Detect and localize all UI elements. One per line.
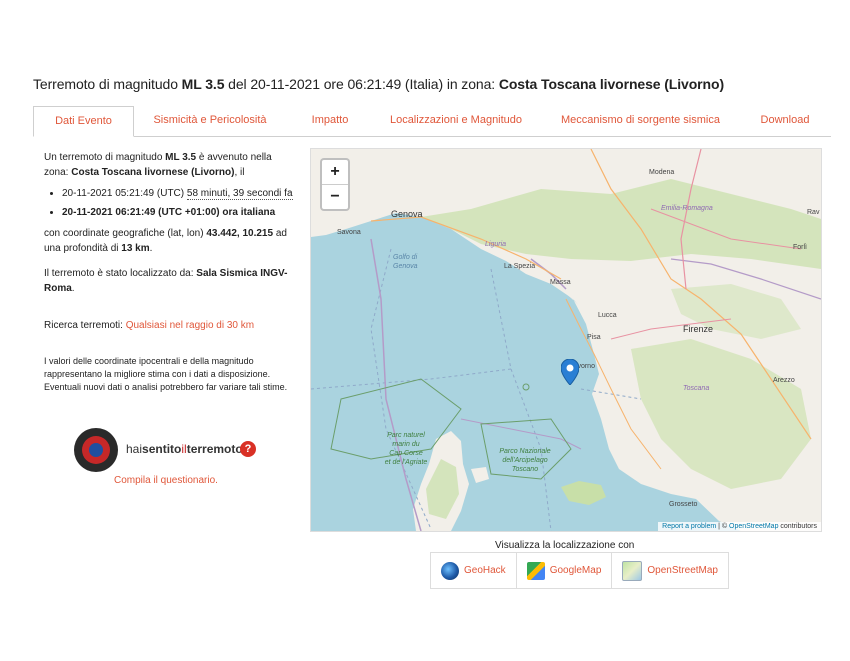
label-lucca: Lucca <box>598 312 617 319</box>
map-tiles <box>311 149 821 531</box>
utc-time: 20-11-2021 05:21:49 (UTC) 58 minuti, 39 … <box>62 186 294 201</box>
event-details: Un terremoto di magnitudo ML 3.5 è avven… <box>44 150 294 394</box>
label-firenze: Firenze <box>683 324 714 334</box>
event-search: Ricerca terremoti: Qualsiasi nel raggio … <box>44 320 255 331</box>
event-coords: con coordinate geografiche (lat, lon) 43… <box>44 228 287 254</box>
tab-bar: Dati Evento Sismicità e Pericolosità Imp… <box>33 106 831 137</box>
label-pisa: Pisa <box>587 334 601 341</box>
label-grosseto: Grosseto <box>669 501 698 508</box>
viz-label: Visualizza la localizzazione con <box>495 540 635 551</box>
tab-localizzazioni[interactable]: Localizzazioni e Magnitudo <box>386 106 526 135</box>
googlemap-button[interactable]: GoogleMap <box>517 553 613 588</box>
tab-download[interactable]: Download <box>753 106 817 135</box>
viz-buttons: GeoHack GoogleMap OpenStreetMap <box>430 552 729 589</box>
openstreetmap-button[interactable]: OpenStreetMap <box>612 553 728 588</box>
geohack-button[interactable]: GeoHack <box>431 553 517 588</box>
epicenter-marker-icon[interactable] <box>561 359 579 385</box>
page-title: Terremoto di magnitudo ML 3.5 del 20-11-… <box>33 76 725 92</box>
google-maps-icon <box>526 561 545 580</box>
label-savona: Savona <box>337 229 361 236</box>
label-toscana: Toscana <box>683 385 710 392</box>
label-parc-corse: Parc naturel marin du Cap Corse et de l'Agr… <box>384 432 428 466</box>
time-ago: 58 minuti, 39 secondi fa <box>186 188 293 200</box>
epicenter-map[interactable]: Genova Savona Modena Emilia-Romagna Golf… <box>310 148 822 532</box>
zoom-in-button[interactable]: + <box>322 160 348 185</box>
zoom-out-button[interactable]: − <box>322 185 348 209</box>
label-golfo: Golfo di Genova <box>393 254 418 270</box>
report-problem-link[interactable]: Report a problem <box>662 523 716 530</box>
zoom-control: + − <box>320 158 350 211</box>
label-emilia: Emilia-Romagna <box>661 205 713 212</box>
questionnaire-link[interactable]: Compila il questionario. <box>114 475 218 486</box>
osm-magnifier-icon <box>622 560 643 581</box>
label-rav: Rav <box>807 209 820 216</box>
label-forli: Forlì <box>793 244 807 251</box>
hst-logo-icon <box>74 428 118 472</box>
local-time: 20-11-2021 06:21:49 (UTC +01:00) ora ita… <box>62 205 294 220</box>
map-attribution: Report a problem | © OpenStreetMap contr… <box>658 522 821 531</box>
tab-meccanismo[interactable]: Meccanismo di sorgente sismica <box>558 106 723 135</box>
hst-logo-text: haisentitoilterremoto <box>126 442 243 456</box>
label-massa: Massa <box>550 279 571 286</box>
event-intro: Un terremoto di magnitudo ML 3.5 è avven… <box>44 152 272 178</box>
search-radius-link[interactable]: Qualsiasi nel raggio di 30 km <box>126 320 254 331</box>
tab-dati-evento[interactable]: Dati Evento <box>33 106 134 137</box>
event-times: 20-11-2021 05:21:49 (UTC) 58 minuti, 39 … <box>44 186 294 220</box>
hai-sentito-logo[interactable]: haisentitoilterremoto ? <box>74 428 274 472</box>
label-genova: Genova <box>391 209 423 219</box>
tab-sismicita[interactable]: Sismicità e Pericolosità <box>145 106 275 135</box>
question-icon[interactable]: ? <box>240 441 256 457</box>
label-liguria: Liguria <box>485 241 507 248</box>
label-laspezia: La Spezia <box>504 263 536 270</box>
label-modena: Modena <box>649 169 675 176</box>
tab-impatto[interactable]: Impatto <box>305 106 355 135</box>
osm-link[interactable]: OpenStreetMap <box>729 523 778 530</box>
event-located: Il terremoto è stato localizzato da: Sal… <box>44 268 288 294</box>
label-parco-arcipelago: Parco Nazionale dell'Arcipelago Toscano <box>499 448 551 473</box>
label-arezzo: Arezzo <box>773 377 795 384</box>
event-disclaimer: I valori delle coordinate ipocentrali e … <box>44 356 288 392</box>
page: Terremoto di magnitudo ML 3.5 del 20-11-… <box>0 0 850 661</box>
globe-icon <box>441 561 459 580</box>
